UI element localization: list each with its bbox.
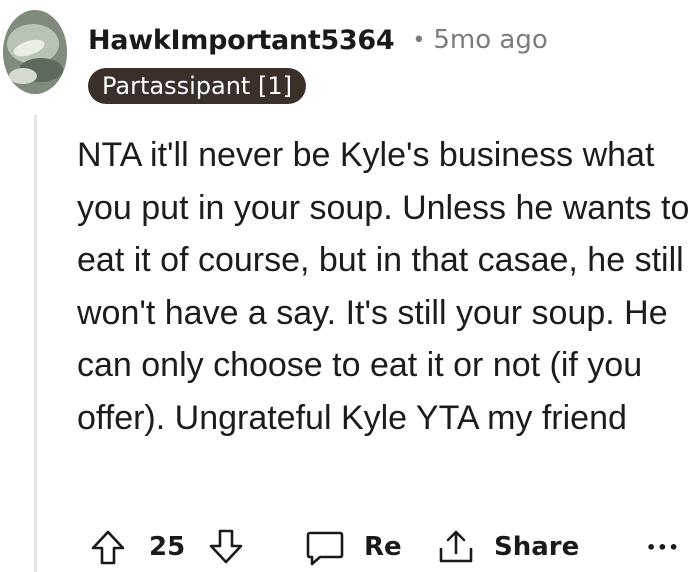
thread-line[interactable] bbox=[34, 115, 37, 572]
more-options-button[interactable]: ••• bbox=[646, 522, 680, 572]
comment-header: HawkImportant5364 • 5mo ago bbox=[88, 20, 548, 60]
downvote-button[interactable] bbox=[206, 522, 246, 572]
reply-button[interactable]: Re bbox=[304, 522, 402, 572]
share-icon bbox=[439, 530, 473, 563]
upvote-button[interactable] bbox=[88, 522, 128, 572]
share-label: Share bbox=[494, 532, 580, 562]
speech-bubble-icon bbox=[306, 531, 344, 566]
user-flair-badge: Partassipant [1] bbox=[88, 68, 306, 104]
meta-separator: • bbox=[412, 27, 426, 53]
upvote-arrow-icon bbox=[91, 530, 125, 565]
comment-body: NTA it'll never be Kyle's business what … bbox=[77, 136, 690, 437]
downvote-arrow-icon bbox=[209, 529, 243, 564]
vote-count-label: 25 bbox=[149, 532, 186, 562]
timestamp[interactable]: 5mo ago bbox=[433, 25, 547, 55]
vote-count: 25 bbox=[149, 522, 185, 572]
reply-label: Re bbox=[364, 532, 402, 562]
username-link[interactable]: HawkImportant5364 bbox=[88, 25, 395, 56]
ellipsis-icon: ••• bbox=[646, 537, 680, 557]
share-button[interactable]: Share bbox=[436, 522, 579, 572]
comment-action-bar: 25 Re Share ••• bbox=[0, 522, 700, 572]
user-avatar[interactable] bbox=[3, 10, 67, 94]
